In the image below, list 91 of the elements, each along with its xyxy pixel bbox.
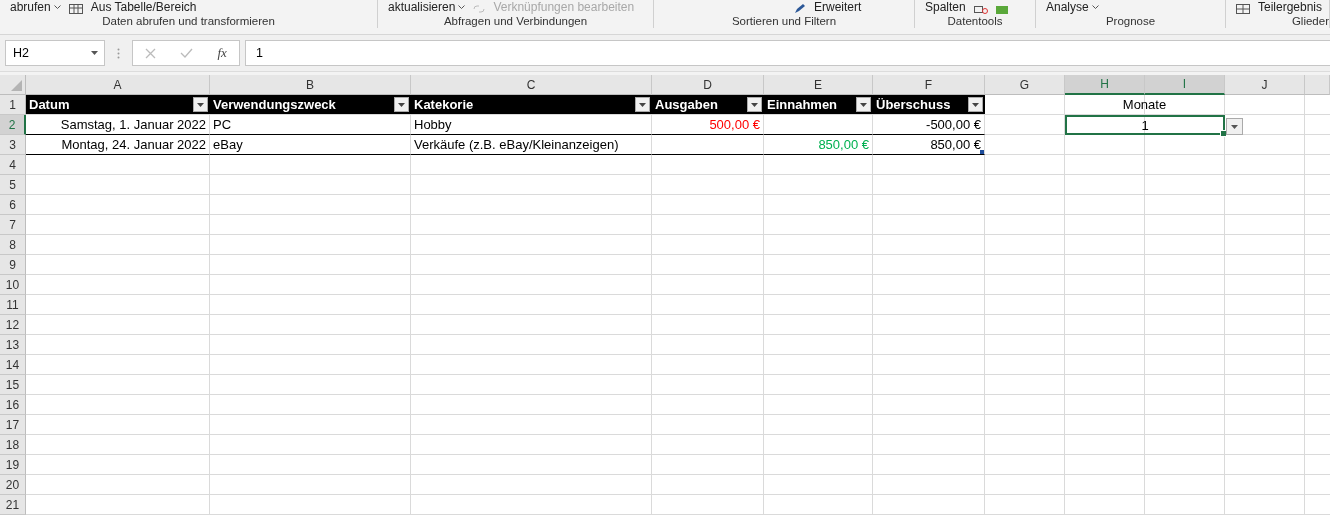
- row-header[interactable]: 14: [0, 355, 26, 375]
- row-header[interactable]: 20: [0, 475, 26, 495]
- ribbon-command[interactable]: Teilergebnis: [1258, 0, 1323, 14]
- row-header[interactable]: 9: [0, 255, 26, 275]
- row-header[interactable]: 10: [0, 275, 26, 295]
- column-header[interactable]: D: [652, 75, 764, 95]
- table-cell: Samstag, 1. Januar 2022: [26, 115, 210, 135]
- row-header[interactable]: 12: [0, 315, 26, 335]
- row-header[interactable]: 13: [0, 335, 26, 355]
- formula-input[interactable]: 1: [245, 40, 1330, 66]
- dropdown-arrow-icon: [639, 102, 646, 107]
- resize-handle-icon[interactable]: [980, 150, 984, 154]
- row-header[interactable]: 3: [0, 135, 26, 155]
- table-header: Verwendungszweck: [210, 95, 411, 115]
- dropdown-arrow-icon: [1231, 124, 1238, 129]
- row-header[interactable]: 11: [0, 295, 26, 315]
- ribbon-command[interactable]: Aus Tabelle/Bereich: [90, 0, 197, 14]
- column-header[interactable]: A: [26, 75, 210, 95]
- ribbon-group-label: Sortieren und Filtern: [730, 15, 838, 27]
- row-header[interactable]: 5: [0, 175, 26, 195]
- ribbon-group-label: Daten abrufen und transformieren: [101, 15, 276, 27]
- row-header[interactable]: 6: [0, 195, 26, 215]
- column-header[interactable]: C: [411, 75, 652, 95]
- column-header[interactable]: I: [1145, 75, 1225, 95]
- column-header[interactable]: H: [1065, 75, 1145, 95]
- table-cell: -500,00 €: [873, 115, 985, 135]
- filter-button[interactable]: [193, 97, 208, 112]
- table-cell: 850,00 €: [764, 135, 873, 155]
- row-header[interactable]: 2: [0, 115, 26, 135]
- filter-button[interactable]: [394, 97, 409, 112]
- row-header[interactable]: 16: [0, 395, 26, 415]
- column-header[interactable]: E: [764, 75, 873, 95]
- row-header[interactable]: 21: [0, 495, 26, 515]
- dropdown-arrow-icon: [972, 102, 979, 107]
- ribbon-group-label: Datentools: [946, 15, 1004, 27]
- data-model-icon: [995, 6, 1008, 14]
- name-box[interactable]: H2: [5, 40, 105, 66]
- ribbon-group-label: Prognose: [1104, 15, 1157, 27]
- remove-duplicates-icon: [973, 6, 988, 14]
- row-header[interactable]: 7: [0, 215, 26, 235]
- table-cell: Verkäufe (z.B. eBay/Kleinanzeigen): [411, 135, 652, 155]
- row-header[interactable]: 19: [0, 455, 26, 475]
- dropdown-arrow-icon: [91, 51, 98, 55]
- table-cell: Montag, 24. Januar 2022: [26, 135, 210, 155]
- column-header[interactable]: J: [1225, 75, 1305, 95]
- grip-icon: [117, 47, 120, 59]
- ribbon-group-label: Abfragen und Verbindungen: [442, 15, 589, 27]
- caret-icon: [1091, 5, 1099, 9]
- filter-button[interactable]: [968, 97, 983, 112]
- ribbon-command[interactable]: Erweitert: [814, 0, 862, 14]
- table-cell: 500,00 €: [652, 115, 764, 135]
- table-icon: [1236, 4, 1250, 14]
- caret-icon: [53, 5, 61, 9]
- ribbon-command[interactable]: Analyse: [1046, 0, 1099, 14]
- filter-button[interactable]: [635, 97, 650, 112]
- ribbon-command[interactable]: Spalten: [925, 0, 966, 14]
- row-header[interactable]: 4: [0, 155, 26, 175]
- link-icon: [473, 4, 486, 14]
- dropdown-arrow-icon: [398, 102, 405, 107]
- table-header: Einnahmen: [764, 95, 873, 115]
- row-header[interactable]: 15: [0, 375, 26, 395]
- pencil-icon: [794, 4, 806, 14]
- row-header[interactable]: 18: [0, 435, 26, 455]
- insert-function-button[interactable]: fx: [217, 45, 227, 61]
- column-header[interactable]: F: [873, 75, 985, 95]
- ribbon-group-label: Glieder: [1290, 15, 1329, 27]
- table-cell: eBay: [210, 135, 411, 155]
- caret-icon: [458, 5, 466, 9]
- table-header: Ausgaben: [652, 95, 764, 115]
- table-icon: [68, 4, 83, 14]
- table-header: Katekorie: [411, 95, 652, 115]
- row-header[interactable]: 17: [0, 415, 26, 435]
- table-cell: 850,00 €: [873, 135, 985, 155]
- column-header[interactable]: B: [210, 75, 411, 95]
- dropdown-arrow-icon: [197, 102, 204, 107]
- row-header[interactable]: 8: [0, 235, 26, 255]
- dropdown-button[interactable]: [1226, 118, 1243, 135]
- row-header[interactable]: 1: [0, 95, 26, 115]
- filter-button[interactable]: [856, 97, 871, 112]
- table-cell: PC: [210, 115, 411, 135]
- table-header: Überschuss: [873, 95, 985, 115]
- table-cell: Monate: [1065, 95, 1225, 115]
- table-cell: Hobby: [411, 115, 652, 135]
- table-header: Datum: [26, 95, 210, 115]
- ribbon-command[interactable]: abrufen: [10, 0, 61, 14]
- column-header[interactable]: G: [985, 75, 1065, 95]
- filter-button[interactable]: [747, 97, 762, 112]
- check-icon[interactable]: [180, 48, 194, 58]
- dropdown-arrow-icon: [860, 102, 867, 107]
- dropdown-arrow-icon: [751, 102, 758, 107]
- ribbon-command[interactable]: aktualisieren: [388, 0, 466, 14]
